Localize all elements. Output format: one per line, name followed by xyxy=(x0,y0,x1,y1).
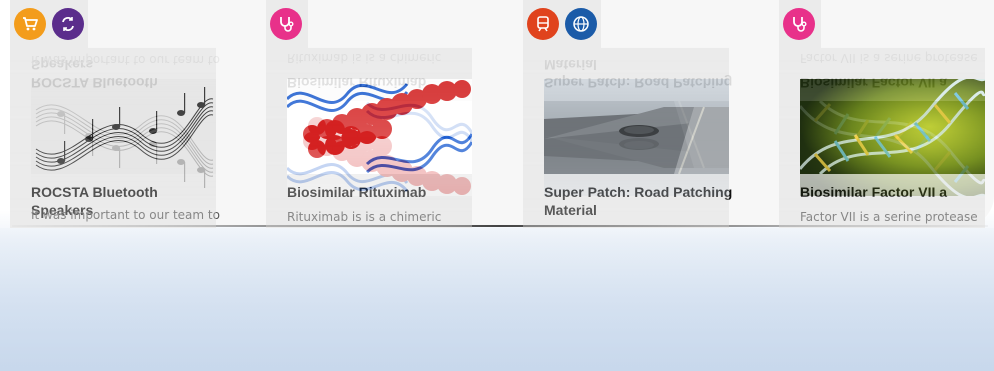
refresh-icon[interactable] xyxy=(52,8,84,40)
reflection-divider xyxy=(12,225,988,227)
card-1-badge-tab xyxy=(10,0,88,48)
card-description: Factor VII is a serine protease xyxy=(800,210,978,224)
globe-icon[interactable] xyxy=(565,8,597,40)
card-title[interactable]: Biosimilar Rituximab xyxy=(287,183,477,201)
card-2-badge-tab xyxy=(266,0,308,48)
stethoscope-icon[interactable] xyxy=(270,8,302,40)
card-3-badge-tab xyxy=(523,0,601,48)
project-card[interactable]: Biosimilar Rituximab Rituximab is is a c… xyxy=(266,48,472,228)
train-icon[interactable] xyxy=(527,8,559,40)
cart-icon[interactable] xyxy=(14,8,46,40)
card-image-music[interactable] xyxy=(31,79,216,174)
card-4-badge-tab xyxy=(779,0,821,48)
project-card[interactable]: Super Patch: Road Patching Material xyxy=(523,48,732,228)
card-image-dna[interactable] xyxy=(800,79,985,174)
project-card[interactable]: ROCSTA Bluetooth Speakers It was importa… xyxy=(10,48,220,228)
card-title[interactable]: Biosimilar Factor VII a xyxy=(800,183,990,201)
card-image-road[interactable] xyxy=(544,79,729,174)
card-title[interactable]: Super Patch: Road Patching Material xyxy=(544,183,734,219)
card-description: Rituximab is is a chimeric xyxy=(287,210,442,224)
project-card[interactable]: Biosimilar Factor VII a Factor VII is a … xyxy=(779,48,985,228)
card-image-protein[interactable] xyxy=(287,79,472,174)
card-description: It was important to our team to xyxy=(31,208,220,222)
carousel-stage: ROCSTA Bluetooth Speakers It was importa… xyxy=(0,0,994,371)
reflection-floor xyxy=(0,228,994,371)
stethoscope-icon[interactable] xyxy=(783,8,815,40)
